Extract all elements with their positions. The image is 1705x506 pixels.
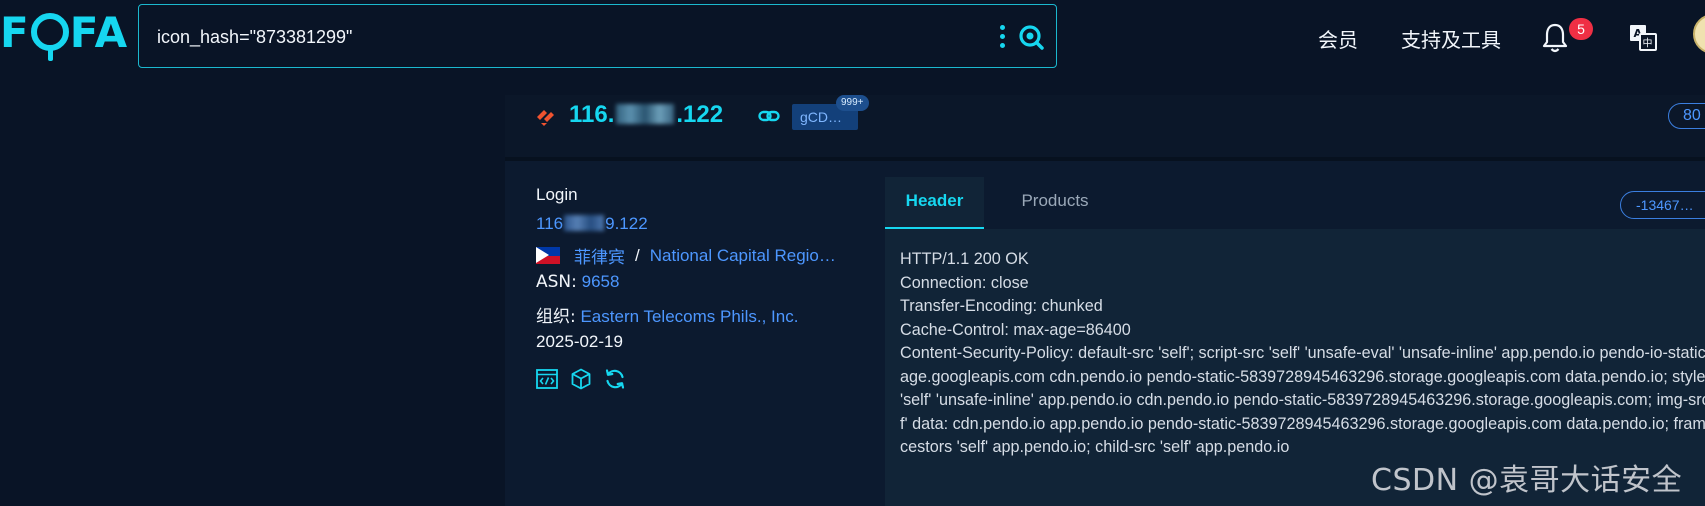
search-input[interactable] — [157, 23, 977, 51]
watermark: CSDN @袁哥大话安全 — [1371, 463, 1683, 498]
kebab-vertical-icon[interactable] — [997, 25, 1007, 51]
fofa-logo[interactable]: F FA — [0, 8, 128, 61]
philippines-flag-icon — [536, 247, 560, 264]
country-link[interactable]: 菲律宾 — [574, 243, 625, 268]
tab-header[interactable]: Header — [885, 177, 984, 229]
translate-icon[interactable]: A 中 — [1628, 22, 1658, 52]
result-card-header: 116. .122 gCD… 999+ 80 — [505, 95, 1705, 157]
ip-link[interactable]: 116 9.122 — [536, 214, 648, 234]
region-link[interactable]: National Capital Regio… — [650, 246, 836, 266]
redacted-octets — [616, 104, 675, 124]
card-divider — [505, 157, 1705, 161]
redacted-octets — [564, 215, 605, 231]
detail-tabs: Header Products — [885, 177, 1705, 229]
port-pill[interactable]: 80 — [1668, 103, 1705, 129]
tab-products[interactable]: Products — [1005, 177, 1105, 229]
site-title: Login — [536, 185, 578, 204]
nav-support-tools[interactable]: 支持及工具 — [1401, 24, 1501, 53]
domain-count-badge: 999+ — [836, 95, 869, 111]
asn-label: ASN: — [536, 272, 577, 292]
result-card: 116. .122 gCD… 999+ 80 Login 116 9.122 菲律宾… — [505, 95, 1705, 506]
org-label: 组织: — [536, 307, 576, 327]
org-link[interactable]: Eastern Telecoms Phils., Inc. — [580, 307, 798, 326]
link-icon[interactable] — [758, 108, 780, 124]
bell-icon[interactable] — [1541, 22, 1569, 54]
asn-row: ASN: 9658 — [536, 272, 619, 292]
code-icon[interactable] — [535, 367, 559, 391]
ip-address-title[interactable]: 116. .122 — [569, 101, 723, 129]
refresh-icon[interactable] — [603, 367, 627, 391]
search-box — [138, 4, 1057, 68]
svg-text:中: 中 — [1643, 37, 1653, 50]
location-separator: / — [635, 245, 640, 265]
org-row: 组织: Eastern Telecoms Phils., Inc. — [536, 302, 798, 327]
nav-member[interactable]: 会员 — [1318, 24, 1358, 53]
notification-count-badge: 5 — [1569, 18, 1593, 40]
logo-o-ring — [30, 13, 69, 61]
action-icons — [535, 367, 627, 391]
search-icon[interactable] — [1017, 23, 1045, 51]
update-date: 2025-02-19 — [536, 332, 623, 351]
http-header-text: HTTP/1.1 200 OK Connection: close Transf… — [900, 250, 1705, 456]
icon-hash-pill[interactable]: -13467… — [1620, 191, 1705, 219]
location-row: 菲律宾 / National Capital Regio… — [536, 243, 836, 268]
cube-icon[interactable] — [569, 367, 593, 391]
avatar[interactable] — [1693, 14, 1705, 54]
asn-link[interactable]: 9658 — [582, 272, 620, 291]
ip-icon — [537, 110, 554, 126]
top-bar: FFA 会员 支持及工具 5 A 中 — [0, 0, 1705, 80]
